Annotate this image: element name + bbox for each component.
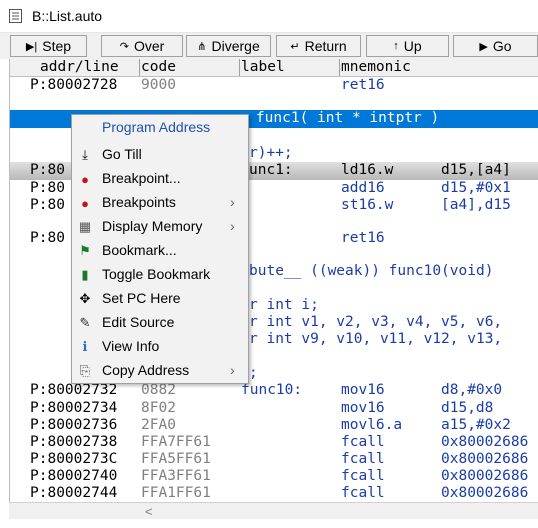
- copy-icon: ⎘: [79, 363, 91, 378]
- scroll-left-icon[interactable]: <: [145, 504, 153, 519]
- over-icon: ↷: [119, 40, 129, 53]
- chevron-right-icon: ›: [230, 362, 235, 378]
- up-icon: ↑: [393, 40, 399, 52]
- menu-title: Program Address: [102, 119, 211, 135]
- column-header: addr/line code label mnemonic: [10, 59, 538, 77]
- edit-icon: ✎: [79, 315, 91, 330]
- menu-item-copy-address[interactable]: ⎘ Copy Address ›: [72, 359, 248, 383]
- list-row[interactable]: P:80002736 2FA0 movl6.a a15,#0x2: [10, 417, 538, 435]
- toolbar: ▶| Step ↷ Over ⋔ Diverge ↵ Return ↑ Up ▶…: [0, 33, 538, 59]
- menu-item-display-memory[interactable]: ▦ Display Memory ›: [72, 215, 248, 239]
- bookmark-flag-icon: ⚑: [79, 243, 91, 258]
- menu-item-breakpoint[interactable]: ● Breakpoint...: [72, 167, 248, 191]
- chevron-right-icon: ›: [230, 194, 235, 210]
- window-title: B::List.auto: [32, 8, 103, 24]
- diverge-icon: ⋔: [197, 40, 207, 53]
- breakpoints-icon: ●: [81, 195, 89, 211]
- over-button[interactable]: ↷ Over: [101, 35, 183, 57]
- list-row[interactable]: P:80002740 FFA3FF61 fcall 0x80002686: [10, 468, 538, 486]
- list-row[interactable]: P:80002728 9000 ret16: [10, 77, 538, 95]
- column-label[interactable]: label: [241, 59, 285, 75]
- horizontal-scrollbar[interactable]: <: [9, 502, 538, 520]
- menu-item-edit-source[interactable]: ✎ Edit Source: [72, 311, 248, 335]
- menu-item-toggle-bookmark[interactable]: ▮ Toggle Bookmark: [72, 263, 248, 287]
- step-icon: ▶|: [25, 40, 38, 53]
- download-arrow-icon: ⤓: [82, 147, 88, 162]
- info-icon: i: [82, 339, 88, 355]
- list-row[interactable]: P:80002738 FFA7FF61 fcall 0x80002686: [10, 434, 538, 452]
- context-menu: Program Address ⤓ Go Till ● Breakpoint..…: [71, 114, 249, 384]
- window-bottom-edge: [0, 519, 538, 528]
- diverge-button[interactable]: ⋔ Diverge: [186, 35, 271, 57]
- menu-item-bookmark[interactable]: ⚑ Bookmark...: [72, 239, 248, 263]
- column-addr[interactable]: addr/line: [40, 59, 119, 75]
- column-code[interactable]: code: [141, 59, 176, 75]
- chevron-right-icon: ›: [230, 218, 235, 234]
- return-button[interactable]: ↵ Return: [276, 35, 361, 57]
- menu-item-set-pc-here[interactable]: ✥ Set PC Here: [72, 287, 248, 311]
- menu-item-view-info[interactable]: i View Info: [72, 335, 248, 359]
- step-button[interactable]: ▶| Step: [10, 35, 87, 57]
- menu-item-breakpoints[interactable]: ● Breakpoints ›: [72, 191, 248, 215]
- menu-item-go-till[interactable]: ⤓ Go Till: [72, 143, 248, 167]
- move-cross-icon: ✥: [79, 291, 91, 306]
- up-button[interactable]: ↑ Up: [366, 35, 449, 57]
- list-row[interactable]: P:80002744 FFA1FF61 fcall 0x80002686: [10, 485, 538, 502]
- list-row[interactable]: P:80002732 0882 func10: mov16 d8,#0x0: [10, 382, 538, 400]
- list-row[interactable]: P:8000273C FFA5FF61 fcall 0x80002686: [10, 451, 538, 469]
- window-titlebar: B::List.auto: [0, 0, 538, 33]
- column-mnemonic[interactable]: mnemonic: [341, 59, 411, 75]
- return-icon: ↵: [290, 40, 300, 53]
- memory-icon: ▦: [78, 219, 92, 234]
- bookmark-icon: ▮: [81, 267, 89, 282]
- go-button[interactable]: ▶ Go: [453, 35, 538, 57]
- breakpoint-icon: ●: [81, 171, 89, 187]
- list-row[interactable]: P:80002734 8F02 mov16 d15,d8: [10, 400, 538, 418]
- go-icon: ▶: [479, 40, 488, 53]
- list-window-icon: [9, 9, 22, 23]
